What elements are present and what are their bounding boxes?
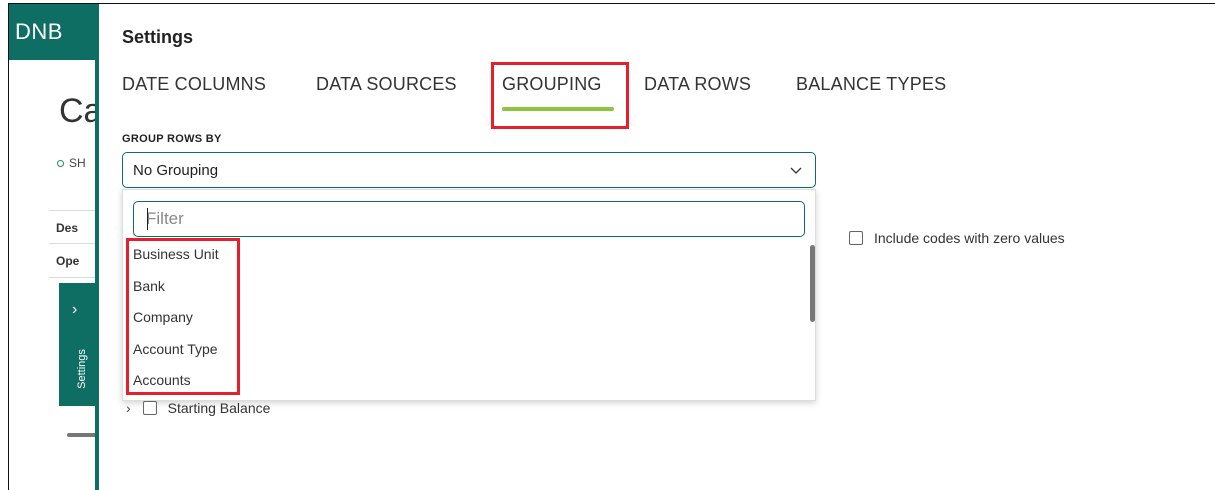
status-fragment: SH xyxy=(57,156,86,170)
include-zero-checkbox[interactable] xyxy=(849,231,863,245)
status-dot-icon xyxy=(57,160,64,167)
starting-balance-label: Starting Balance xyxy=(167,400,271,416)
tab-data-rows[interactable]: DATA ROWS xyxy=(644,74,751,95)
include-zero-label: Include codes with zero values xyxy=(874,230,1065,246)
starting-balance-checkbox[interactable] xyxy=(142,401,157,415)
expand-chevron-icon[interactable]: › xyxy=(126,400,131,416)
settings-panel: Settings DATE COLUMNS DATA SOURCES GROUP… xyxy=(95,4,1215,490)
include-zero-checkbox-row[interactable]: Include codes with zero values xyxy=(849,230,1065,246)
dnb-logo: DNB xyxy=(15,19,63,44)
dropdown-scrollbar[interactable] xyxy=(810,245,815,322)
highlight-box-grouping xyxy=(491,62,629,129)
tab-balance-types[interactable]: BALANCE TYPES xyxy=(796,74,946,95)
app-frame: DNB Ca SH Des Ope › Settings Settings DA… xyxy=(8,3,1215,490)
filter-input[interactable] xyxy=(134,202,804,236)
chevron-right-icon: › xyxy=(72,301,78,318)
highlight-box-options xyxy=(126,238,240,395)
starting-balance-row[interactable]: › Starting Balance xyxy=(126,400,270,416)
group-rows-by-label: GROUP ROWS BY xyxy=(122,133,222,145)
chevron-down-icon xyxy=(790,167,802,174)
select-value: No Grouping xyxy=(133,162,219,179)
text-cursor xyxy=(147,208,148,230)
tab-date-columns[interactable]: DATE COLUMNS xyxy=(122,74,266,95)
logo-bar: DNB xyxy=(9,4,96,60)
settings-side-tab-label: Settings xyxy=(76,349,88,389)
tab-data-sources[interactable]: DATA SOURCES xyxy=(316,74,457,95)
group-rows-by-select[interactable]: No Grouping xyxy=(122,152,816,188)
panel-title: Settings xyxy=(122,27,194,47)
filter-input-wrapper[interactable] xyxy=(133,201,805,237)
